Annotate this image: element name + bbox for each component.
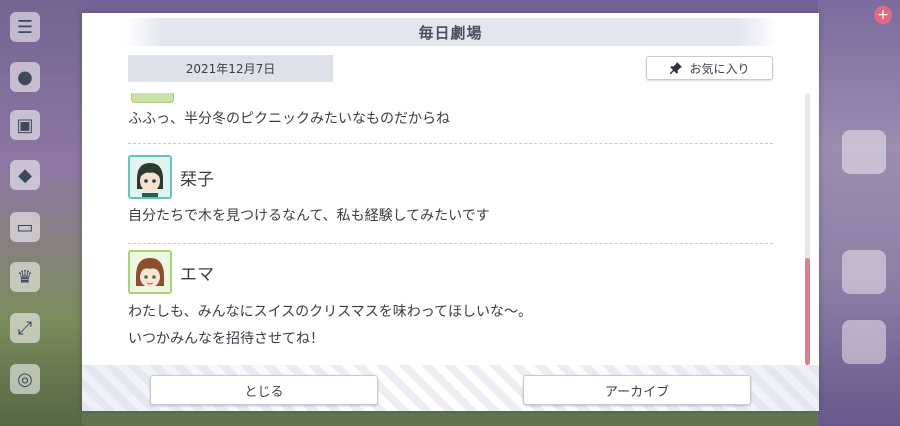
- favorite-button[interactable]: お気に入り: [646, 56, 773, 80]
- message-divider: [128, 243, 773, 244]
- fullscreen-icon[interactable]: ⤢: [10, 313, 40, 343]
- message-divider: [128, 143, 773, 144]
- gift-icon[interactable]: ◆: [10, 160, 40, 190]
- pin-icon: [670, 62, 683, 74]
- speaker-shioriko: 栞子: [128, 155, 214, 199]
- close-button-label: とじる: [244, 384, 284, 400]
- daily-theater-dialog: 毎日劇場 2021年12月7日 お気に入り ふふっ、半分冬のピクニックみたいなも…: [82, 13, 819, 411]
- speaker-name: エマ: [180, 264, 214, 285]
- dialog-title: 毎日劇場: [418, 23, 483, 42]
- archive-button[interactable]: アーカイブ: [523, 375, 751, 405]
- date-label: 2021年12月7日: [128, 55, 333, 82]
- archive-button-label: アーカイブ: [604, 384, 670, 400]
- speaker-emma: エマ: [128, 250, 214, 294]
- speech-bubble-icon[interactable]: ●: [10, 62, 40, 92]
- trophy-icon[interactable]: ♛: [10, 262, 40, 292]
- avatar: [128, 250, 172, 294]
- menu-icon[interactable]: ☰: [10, 12, 40, 42]
- present-icon[interactable]: ▣: [10, 110, 40, 140]
- camp-badge-icon[interactable]: [842, 320, 886, 364]
- scrollbar-thumb[interactable]: [805, 258, 810, 365]
- training-badge-icon[interactable]: [842, 250, 886, 294]
- add-currency-icon[interactable]: +: [874, 6, 892, 24]
- close-button[interactable]: とじる: [150, 375, 378, 405]
- title-bar: 毎日劇場: [124, 18, 777, 46]
- favorite-label: お気に入り: [689, 61, 750, 76]
- message-list[interactable]: ふふっ、半分冬のピクニックみたいなものだからね 栞子 自分たちで木を見つけるなん…: [128, 93, 773, 355]
- message-text-line-1: わたしも、みんなにスイスのクリスマスを味わってほしいな〜。: [128, 304, 533, 320]
- event-badge-icon[interactable]: [842, 130, 886, 174]
- message-text: 自分たちで木を見つけるなんて、私も経験してみたいです: [128, 208, 490, 224]
- avatar: [128, 155, 172, 199]
- message-text: ふふっ、半分冬のピクニックみたいなものだからね: [128, 111, 450, 127]
- avatar: [131, 93, 174, 103]
- message-text-line-2: いつかみんなを招待させてね！: [128, 331, 324, 347]
- screen-icon[interactable]: ▭: [10, 212, 40, 242]
- story-icon[interactable]: ◎: [10, 364, 40, 394]
- speaker-name: 栞子: [180, 169, 214, 190]
